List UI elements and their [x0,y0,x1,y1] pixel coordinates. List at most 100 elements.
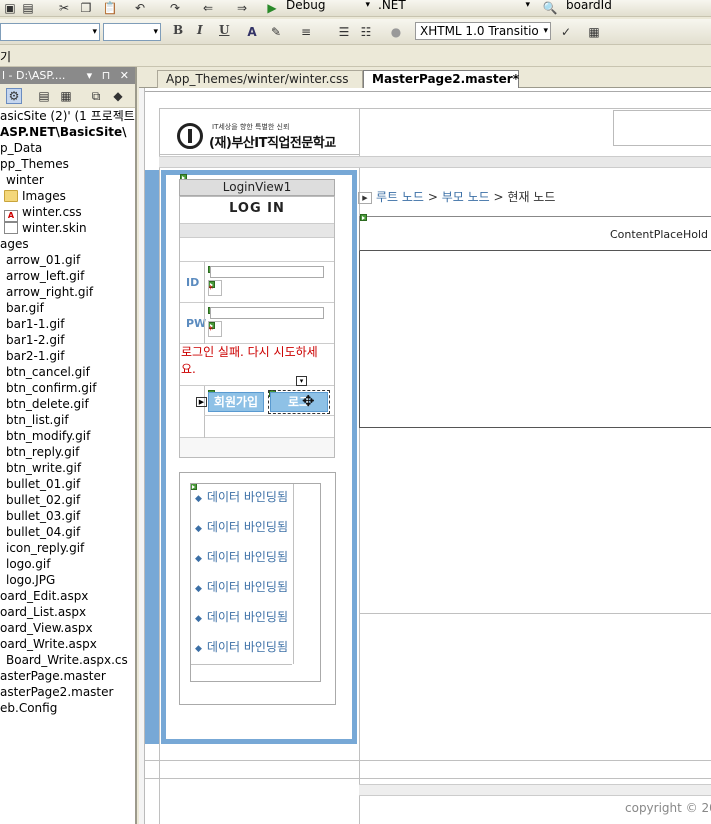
datalist-item[interactable]: ◆ 데이터 바인딩됨 [195,548,288,565]
content-placeholder[interactable]: ContentPlaceHold [359,214,711,251]
tree-item[interactable]: bullet_03.gif [0,508,135,524]
accessibility-icon[interactable]: ▦ [586,24,602,40]
tree-item[interactable]: winter.skin [0,220,135,236]
tree-item[interactable]: bullet_04.gif [0,524,135,540]
tree-item[interactable]: logo.gif [0,556,135,572]
config-tool-icon[interactable]: ◆ [110,88,126,104]
align-icon[interactable]: ≡ [298,24,314,40]
refresh-icon[interactable]: ▦ [58,88,74,104]
solution-explorer: l - D:\ASP.... ▾ ⊓ ✕ ⚙ ▤ ▦ ⧉ ◆ asicSite … [0,67,137,824]
bullets-icon[interactable]: ☰ [336,24,352,40]
tree-item[interactable]: bullet_01.gif [0,476,135,492]
login-table[interactable]: LOG IN ID * PW * 로그인 실패. 다시 시도하세요. ▾ ▶ 회… [179,196,335,458]
copy-icon[interactable]: ❐ [78,0,94,16]
solution-config-select[interactable]: Debug ▾ [282,0,372,15]
expand-arrow-icon[interactable]: ▶ [196,397,207,407]
id-validator-box[interactable] [208,280,222,296]
numbering-icon[interactable]: ☷ [358,24,374,40]
tree-item[interactable]: btn_write.gif [0,460,135,476]
expand-arrow-icon[interactable]: ▶ [358,192,372,204]
bold-button[interactable]: B [173,23,183,37]
tree-item[interactable]: oard_Write.aspx [0,636,135,652]
tree-item[interactable]: arrow_right.gif [0,284,135,300]
datalist-item[interactable]: ◆ 데이터 바인딩됨 [195,578,288,595]
tree-item[interactable]: arrow_left.gif [0,268,135,284]
properties-icon[interactable]: ⚙ [6,88,22,104]
tree-item[interactable]: btn_modify.gif [0,428,135,444]
datalist-item[interactable]: ◆ 데이터 바인딩됨 [195,488,288,505]
undo-icon[interactable]: ↶ [132,0,148,16]
tree-item[interactable]: bar1-1.gif [0,316,135,332]
tab-masterpage2[interactable]: MasterPage2.master* [363,70,519,88]
font-color-icon[interactable]: A [244,24,260,40]
tree-item[interactable]: asterPage2.master [0,684,135,700]
tree-item[interactable]: Awinter.css [0,204,135,222]
platform-select[interactable]: .NET ▾ [374,0,532,15]
tree-item[interactable]: bar1-2.gif [0,332,135,348]
pw-validator-box[interactable] [208,321,222,337]
italic-button[interactable]: I [197,23,203,37]
login-button[interactable]: 로그 [268,390,330,414]
window-buttons[interactable]: ▾ ⊓ ✕ [87,67,132,84]
redo-icon[interactable]: ↷ [167,0,183,16]
block-format-select[interactable]: ▾ [0,23,100,41]
school-logo[interactable]: IT세상을 향한 특별한 신뢰 (재)부산IT직업전문학교 [177,121,349,153]
tree-item[interactable]: Board_Write.aspx.cs [0,652,135,668]
tree-item[interactable]: eb.Config [0,700,135,716]
save-icon[interactable]: ▣ [2,0,18,16]
navigate-icon[interactable]: ⇐ [200,0,216,16]
navigate-forward-icon[interactable]: ⇒ [234,0,250,16]
tree-item[interactable]: p_Data [0,140,135,156]
tree-item[interactable]: ASP.NET\BasicSite\ [0,124,135,140]
tree-item[interactable]: btn_delete.gif [0,396,135,412]
underline-button[interactable]: U [219,23,229,37]
breadcrumb[interactable]: ▶ 루트 노드 > 부모 노드 > 현재 노드 [358,188,555,205]
tree-item[interactable]: icon_reply.gif [0,540,135,556]
paste-icon[interactable]: 📋 [102,0,118,16]
save-all-icon[interactable]: ▤ [20,0,36,16]
tree-item[interactable]: pp_Themes [0,156,135,172]
cut-icon[interactable]: ✂ [56,0,72,16]
datalist-item[interactable]: ◆ 데이터 바인딩됨 [195,608,288,625]
tree-item[interactable]: oard_View.aspx [0,620,135,636]
show-all-files-icon[interactable]: ▤ [36,88,52,104]
id-input[interactable] [210,266,324,278]
highlight-icon[interactable]: ✎ [268,24,284,40]
tree-item[interactable]: logo.JPG [0,572,135,588]
tree-item[interactable]: ages [0,236,135,252]
start-debug-icon[interactable]: ▶ [264,0,280,16]
datalist-box[interactable]: ◆ 데이터 바인딩됨 ◆ 데이터 바인딩됨 ◆ 데이터 바인딩됨 ◆ 데이터 바인딩됨 ◆ 데이터… [179,472,336,705]
tree-item[interactable]: bar2-1.gif [0,348,135,364]
tree-item[interactable]: bullet_02.gif [0,492,135,508]
tree-item[interactable]: oard_Edit.aspx [0,588,135,604]
find-combo[interactable]: boardId [562,0,711,15]
tree-item[interactable]: btn_reply.gif [0,444,135,460]
tree-item[interactable]: asterPage.master [0,668,135,684]
datalist-item[interactable]: ◆ 데이터 바인딩됨 [195,638,288,655]
tree-item[interactable]: Images [0,188,135,204]
font-size-select[interactable]: ▾ [103,23,161,41]
content-placeholder-body[interactable] [359,251,711,428]
tab-winter-css[interactable]: App_Themes/winter/winter.css [157,70,363,88]
insert-object-icon[interactable]: ● [388,24,404,40]
tree-item[interactable]: btn_cancel.gif [0,364,135,380]
tree-item[interactable]: winter [0,172,135,188]
copy-website-icon[interactable]: ⧉ [88,88,104,104]
find-icon[interactable]: 🔍 [542,0,558,16]
breadcrumb-parent[interactable]: 부모 노드 [442,190,490,204]
tree-item[interactable]: asicSite (2)' (1 프로젝트 [0,108,135,124]
loginview-label[interactable]: LoginView1 [179,179,335,196]
tree-item[interactable]: oard_List.aspx [0,604,135,620]
breadcrumb-root[interactable]: 루트 노드 [376,190,424,204]
pw-input[interactable] [210,307,324,319]
tree-item[interactable]: btn_confirm.gif [0,380,135,396]
smart-tag-icon[interactable] [360,214,367,221]
doctype-select[interactable]: XHTML 1.0 Transitio ▾ [415,22,551,40]
dropdown-glyph-icon[interactable]: ▾ [296,376,307,386]
datalist-item[interactable]: ◆ 데이터 바인딩됨 [195,518,288,535]
tree-item[interactable]: btn_list.gif [0,412,135,428]
tree-item[interactable]: arrow_01.gif [0,252,135,268]
validate-icon[interactable]: ✓ [558,24,574,40]
tree-item[interactable]: bar.gif [0,300,135,316]
join-button[interactable]: 회원가입 [208,392,264,412]
